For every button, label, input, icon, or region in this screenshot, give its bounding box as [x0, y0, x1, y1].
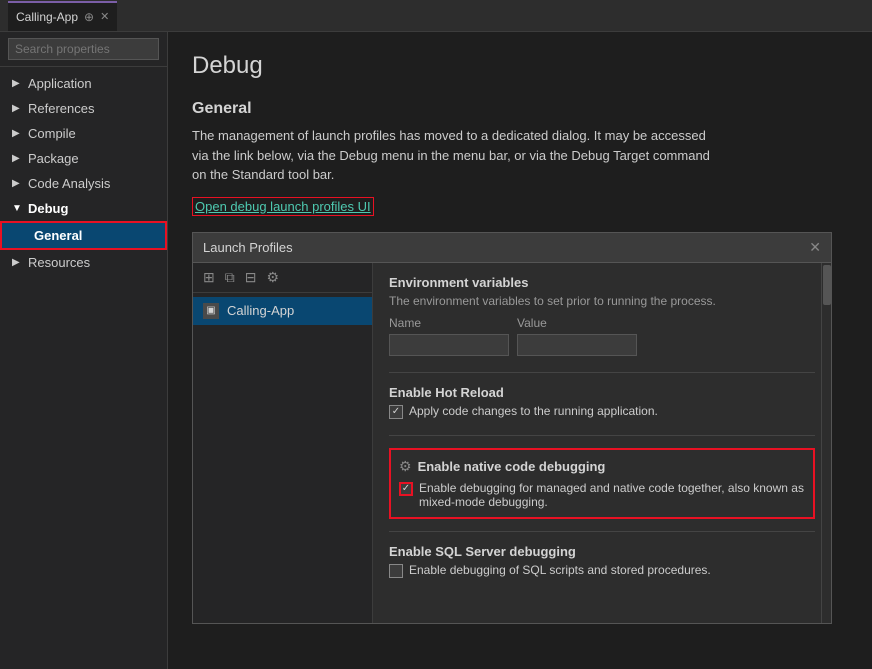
section-title: General [192, 100, 848, 118]
chevron-icon: ▶ [12, 178, 22, 189]
native-debug-checkbox-label: Enable debugging for managed and native … [419, 481, 805, 509]
hot-reload-section: Enable Hot Reload Apply code changes to … [389, 385, 815, 419]
chevron-icon: ▶ [12, 103, 22, 114]
sidebar-item-label: Compile [28, 126, 76, 141]
native-debug-label: Enable native code debugging [418, 459, 606, 474]
hot-reload-checkbox-label: Apply code changes to the running applic… [409, 404, 658, 418]
chevron-icon: ▶ [12, 153, 22, 164]
dialog-toolbar: ⊞ ⧉ ⊟ ⚙ [193, 263, 372, 293]
dialog-scrollbar[interactable] [821, 263, 831, 623]
dialog-body: ⊞ ⧉ ⊟ ⚙ ▣ Calling-App [193, 263, 831, 623]
sidebar: ▶ Application ▶ References ▶ Compile ▶ P… [0, 32, 168, 669]
search-box [0, 32, 167, 67]
hot-reload-checkbox[interactable] [389, 405, 403, 419]
content-area: Debug General The management of launch p… [168, 32, 872, 669]
open-debug-profiles-link[interactable]: Open debug launch profiles UI [192, 197, 374, 216]
native-debug-checkbox-row: Enable debugging for managed and native … [399, 481, 805, 509]
sidebar-item-label: Debug [28, 201, 68, 216]
chevron-icon: ▶ [12, 128, 22, 139]
profile-item[interactable]: ▣ Calling-App [193, 297, 372, 325]
env-value-input[interactable] [517, 334, 637, 356]
profile-label: Calling-App [227, 303, 294, 318]
launch-profiles-dialog: Launch Profiles ✕ ⊞ ⧉ ⊟ ⚙ ▣ Calling-A [192, 232, 832, 624]
sidebar-item-compile[interactable]: ▶ Compile [0, 121, 167, 146]
sql-debug-checkbox-row: Enable debugging of SQL scripts and stor… [389, 563, 815, 578]
toolbar-settings-button[interactable]: ⚙ [262, 267, 283, 288]
sidebar-item-label: Resources [28, 255, 90, 270]
hot-reload-checkbox-row: Apply code changes to the running applic… [389, 404, 815, 419]
sql-debug-section: Enable SQL Server debugging Enable debug… [389, 544, 815, 578]
col-name-header: Name [389, 316, 509, 330]
nav-items: ▶ Application ▶ References ▶ Compile ▶ P… [0, 67, 167, 669]
sidebar-item-code-analysis[interactable]: ▶ Code Analysis [0, 171, 167, 196]
divider3 [389, 531, 815, 532]
title-bar: Calling-App ⊕ ✕ [0, 0, 872, 32]
profile-list: ▣ Calling-App [193, 293, 372, 623]
env-vars-desc: The environment variables to set prior t… [389, 294, 815, 308]
dialog-title: Launch Profiles [203, 240, 293, 255]
chevron-down-icon: ▼ [12, 203, 22, 214]
general-description: The management of launch profiles has mo… [192, 126, 712, 185]
env-table-header: Name Value [389, 316, 815, 330]
search-input[interactable] [8, 38, 159, 60]
sidebar-item-label: References [28, 101, 94, 116]
env-vars-section: Environment variables The environment va… [389, 275, 815, 356]
sql-debug-checkbox-label: Enable debugging of SQL scripts and stor… [409, 563, 711, 577]
page-title: Debug [192, 52, 848, 80]
sidebar-item-references[interactable]: ▶ References [0, 96, 167, 121]
sidebar-item-label: Package [28, 151, 79, 166]
native-debug-section: ⚙ Enable native code debugging Enable de… [389, 448, 815, 519]
divider2 [389, 435, 815, 436]
tab-close-icon[interactable]: ✕ [100, 10, 109, 23]
env-name-input[interactable] [389, 334, 509, 356]
gear-icon: ⚙ [399, 458, 412, 475]
sidebar-item-application[interactable]: ▶ Application [0, 71, 167, 96]
tab-pin-icon[interactable]: ⊕ [84, 10, 94, 24]
env-input-row [389, 334, 815, 356]
toolbar-remove-button[interactable]: ⊟ [241, 267, 261, 288]
general-section: General The management of launch profile… [192, 100, 848, 216]
sidebar-item-label: Code Analysis [28, 176, 110, 191]
profile-icon: ▣ [203, 303, 219, 319]
sql-debug-checkbox[interactable] [389, 564, 403, 578]
col-value-header: Value [517, 316, 637, 330]
sidebar-item-debug[interactable]: ▼ Debug [0, 196, 167, 221]
toolbar-add-button[interactable]: ⊞ [199, 267, 219, 288]
tab-label: Calling-App [16, 10, 78, 24]
scrollbar-thumb[interactable] [823, 265, 831, 305]
sidebar-subitem-general[interactable]: General [0, 221, 167, 250]
sidebar-subitem-label: General [34, 228, 82, 243]
sql-debug-label: Enable SQL Server debugging [389, 544, 815, 559]
hot-reload-label: Enable Hot Reload [389, 385, 815, 400]
native-debug-header-row: ⚙ Enable native code debugging [399, 458, 805, 475]
chevron-icon: ▶ [12, 257, 22, 268]
toolbar-copy-button[interactable]: ⧉ [221, 267, 239, 288]
dialog-close-button[interactable]: ✕ [809, 239, 821, 256]
sidebar-item-resources[interactable]: ▶ Resources [0, 250, 167, 275]
sidebar-item-label: Application [28, 76, 92, 91]
env-vars-label: Environment variables [389, 275, 815, 290]
native-debug-checkbox[interactable] [399, 482, 413, 496]
main-layout: ▶ Application ▶ References ▶ Compile ▶ P… [0, 32, 872, 669]
dialog-content: Environment variables The environment va… [373, 263, 831, 623]
chevron-icon: ▶ [12, 78, 22, 89]
dialog-sidebar: ⊞ ⧉ ⊟ ⚙ ▣ Calling-App [193, 263, 373, 623]
sidebar-item-package[interactable]: ▶ Package [0, 146, 167, 171]
dialog-title-bar: Launch Profiles ✕ [193, 233, 831, 263]
divider [389, 372, 815, 373]
tab[interactable]: Calling-App ⊕ ✕ [8, 1, 117, 31]
